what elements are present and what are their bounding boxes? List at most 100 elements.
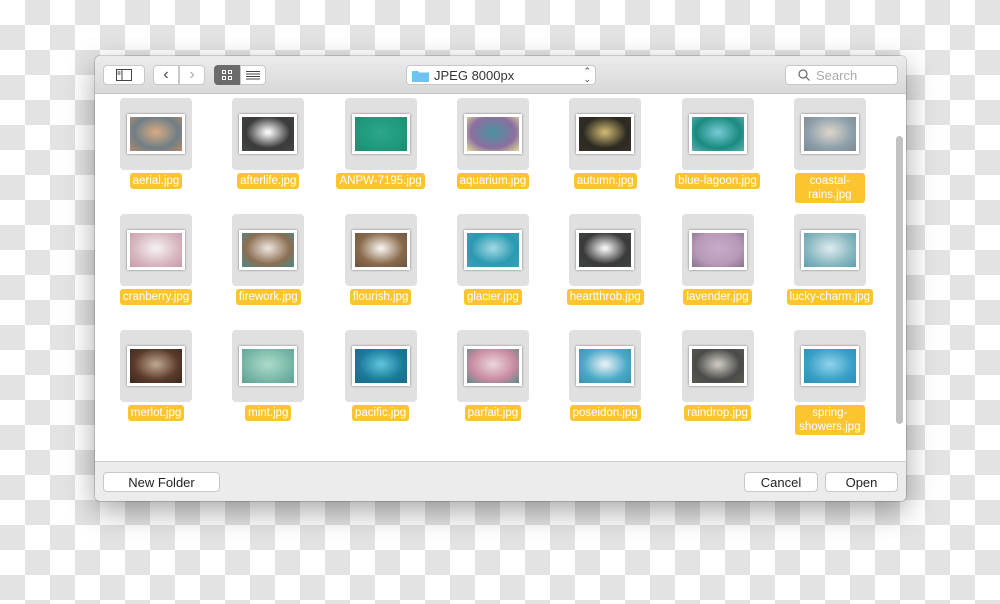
sidebar-icon [116,69,132,81]
file-name: lucky-charm.jpg [786,289,874,305]
icon-view-button[interactable] [214,65,240,85]
list-icon [246,71,260,80]
file-item[interactable]: raindrop.jpg [662,330,774,421]
new-folder-button[interactable]: New Folder [103,472,220,492]
search-icon [798,69,810,81]
scrollbar[interactable] [896,136,903,424]
footer: New Folder Cancel Open [95,461,906,501]
file-tile [569,98,642,170]
file-thumbnail [239,114,298,154]
file-thumbnail [463,346,522,386]
updown-chevron-icon: ⌃ ⌄ [583,66,591,84]
file-thumbnail [800,346,859,386]
file-name: autumn.jpg [573,173,637,189]
file-tile [793,98,866,170]
file-name: coastal-rains.jpg [794,173,865,203]
file-item[interactable]: heartthrob.jpg [549,214,661,305]
file-name: aquarium.jpg [456,173,530,189]
back-button[interactable]: ‹ [153,65,179,85]
file-thumbnail [800,230,859,270]
file-thumbnail [688,114,747,154]
file-item[interactable]: aquarium.jpg [437,98,549,189]
file-thumbnail [127,114,185,154]
file-thumbnail [688,230,747,270]
chevron-left-icon: ‹ [163,66,169,83]
file-item[interactable]: firework.jpg [212,214,324,305]
file-tile [681,330,754,402]
file-tile [344,98,417,170]
file-tile [456,214,529,286]
list-view-button[interactable] [240,65,266,85]
file-tile [232,98,305,170]
file-thumbnail [688,346,747,386]
file-item[interactable]: flourish.jpg [325,214,437,305]
file-name: poseidon.jpg [569,405,641,421]
file-name: lavender.jpg [683,289,752,305]
file-item[interactable]: cranberry.jpg [100,214,212,305]
file-tile [120,214,192,286]
file-thumbnail [800,114,859,154]
file-thumbnail [127,346,185,386]
file-tile [569,214,642,286]
toolbar: ‹ › JPEG 8000px ⌃ ⌄ Search [95,56,906,94]
file-tile [232,214,305,286]
file-item[interactable]: ANPW-7195.jpg [325,98,437,189]
file-name: cranberry.jpg [119,289,193,305]
folder-icon [412,70,429,82]
forward-button[interactable]: › [179,65,205,85]
file-tile [681,98,754,170]
file-tile [681,214,754,286]
file-tile [232,330,305,402]
file-grid: aerial.jpg afterlife.jpg ANPW-7195.jpg aqua… [95,94,906,461]
file-name: parfait.jpg [464,405,522,421]
file-item[interactable]: coastal-rains.jpg [774,98,886,203]
file-thumbnail [127,230,185,270]
file-name: glacier.jpg [463,289,522,305]
file-name: spring-showers.jpg [794,405,865,435]
file-thumbnail [351,346,410,386]
search-field[interactable]: Search [785,65,898,85]
file-thumbnail [576,346,635,386]
file-item[interactable]: glacier.jpg [437,214,549,305]
file-name: ANPW-7195.jpg [336,173,425,189]
file-thumbnail [463,230,522,270]
file-item[interactable]: lucky-charm.jpg [774,214,886,305]
chevron-right-icon: › [189,66,195,83]
file-name: merlot.jpg [127,405,185,421]
path-label: JPEG 8000px [434,67,515,83]
file-name: raindrop.jpg [684,405,751,421]
file-tile [569,330,642,402]
path-popup-button[interactable]: JPEG 8000px ⌃ ⌄ [406,65,596,85]
file-item[interactable]: autumn.jpg [549,98,661,189]
file-tile [344,330,417,402]
cancel-button[interactable]: Cancel [744,472,818,492]
file-item[interactable]: spring-showers.jpg [774,330,886,435]
grid-icon [222,70,232,80]
file-tile [793,330,866,402]
file-item[interactable]: pacific.jpg [325,330,437,421]
file-tile [793,214,866,286]
file-tile [120,98,192,170]
file-name: afterlife.jpg [237,173,300,189]
file-item[interactable]: mint.jpg [212,330,324,421]
sidebar-toggle-button[interactable] [103,65,145,85]
file-item[interactable]: aerial.jpg [100,98,212,189]
search-placeholder: Search [816,67,858,83]
file-tile [456,330,529,402]
file-item[interactable]: merlot.jpg [100,330,212,421]
file-thumbnail [351,114,410,154]
file-name: firework.jpg [235,289,301,305]
file-thumbnail [576,114,635,154]
open-file-dialog: ‹ › JPEG 8000px ⌃ ⌄ Search aerial.jpg afte… [95,56,906,501]
file-name: mint.jpg [245,405,292,421]
file-item[interactable]: blue-lagoon.jpg [662,98,774,189]
file-item[interactable]: lavender.jpg [662,214,774,305]
file-thumbnail [239,346,298,386]
file-name: aerial.jpg [129,173,183,189]
file-item[interactable]: afterlife.jpg [212,98,324,189]
file-item[interactable]: poseidon.jpg [549,330,661,421]
file-name: blue-lagoon.jpg [675,173,760,189]
file-item[interactable]: parfait.jpg [437,330,549,421]
file-tile [120,330,192,402]
open-button[interactable]: Open [825,472,898,492]
